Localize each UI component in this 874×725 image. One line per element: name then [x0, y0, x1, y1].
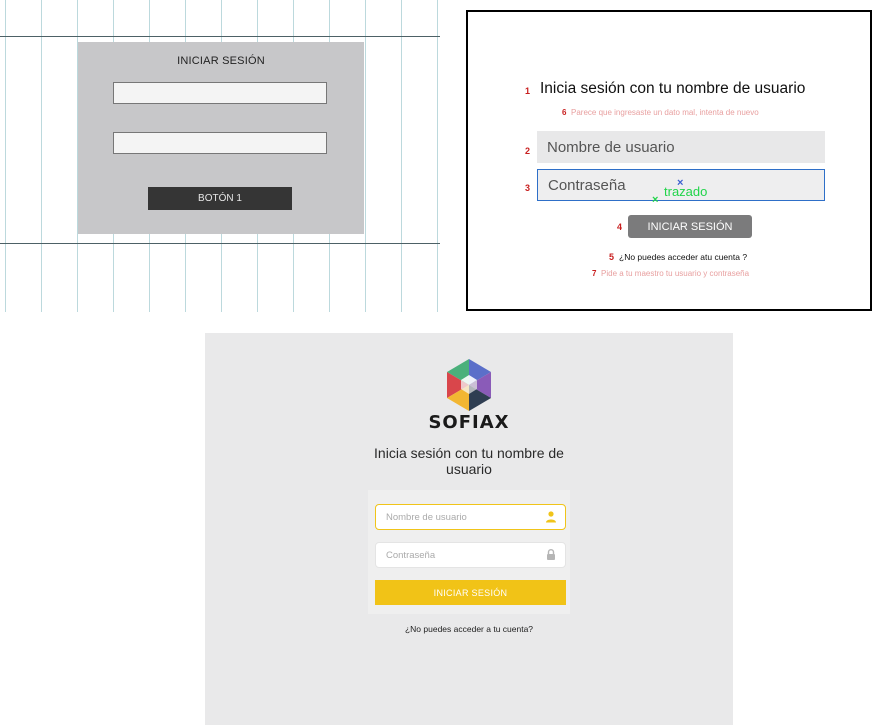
wireframe-title: INICIAR SESIÓN [177, 55, 265, 67]
annotation-number-6: 6 [562, 108, 567, 117]
wireframe-panel: INICIAR SESIÓN BOTÓN 1 [0, 0, 440, 312]
password-input[interactable]: Contraseña [375, 542, 566, 568]
mockup-panel: 1 Inicia sesión con tu nombre de usuario… [466, 10, 872, 311]
annotation-number-3: 3 [525, 183, 531, 193]
wireframe-login-box: INICIAR SESIÓN BOTÓN 1 [78, 42, 364, 234]
mockup-login-button[interactable]: INICIAR SESIÓN [628, 215, 752, 238]
mockup-hint-text: Pide a tu maestro tu usuario y contraseñ… [601, 269, 750, 278]
wireframe-password-field[interactable] [113, 132, 327, 154]
login-button[interactable]: INICIAR SESIÓN [375, 580, 566, 605]
final-design-panel: SOFIAX Inicia sesión con tu nombre de us… [205, 333, 733, 725]
mockup-username-field[interactable]: Nombre de usuario [537, 131, 825, 163]
lock-icon [547, 549, 555, 560]
wireframe-username-field[interactable] [113, 82, 327, 104]
annotation-number-1: 1 [525, 86, 531, 96]
trace-end-marker-icon: × [652, 194, 659, 206]
annotation-number-4: 4 [617, 222, 623, 232]
no-access-link[interactable]: ¿No puedes acceder a tu cuenta? [205, 624, 733, 634]
password-placeholder: Contraseña [386, 549, 436, 561]
final-title: Inicia sesión con tu nombre de usuario [374, 445, 564, 477]
sofiax-logo-icon [447, 359, 491, 411]
trace-label: trazado [664, 184, 708, 199]
username-input[interactable]: Nombre de usuario [375, 504, 566, 530]
mockup-title: Inicia sesión con tu nombre de usuario [540, 80, 806, 97]
brand-name: SOFIAX [428, 412, 510, 433]
mockup-error-message: Parece que ingresaste un dato mal, inten… [571, 108, 759, 117]
mockup-username-placeholder: Nombre de usuario [547, 138, 675, 156]
annotation-number-7: 7 [592, 269, 597, 278]
username-placeholder: Nombre de usuario [386, 511, 467, 523]
annotation-number-5: 5 [609, 252, 615, 262]
annotation-number-2: 2 [525, 146, 531, 156]
user-icon [546, 511, 556, 523]
mockup-password-placeholder: Contraseña [548, 176, 626, 194]
mockup-no-access-link[interactable]: ¿No puedes acceder atu cuenta ? [619, 252, 747, 262]
wireframe-button[interactable]: BOTÓN 1 [148, 187, 292, 210]
